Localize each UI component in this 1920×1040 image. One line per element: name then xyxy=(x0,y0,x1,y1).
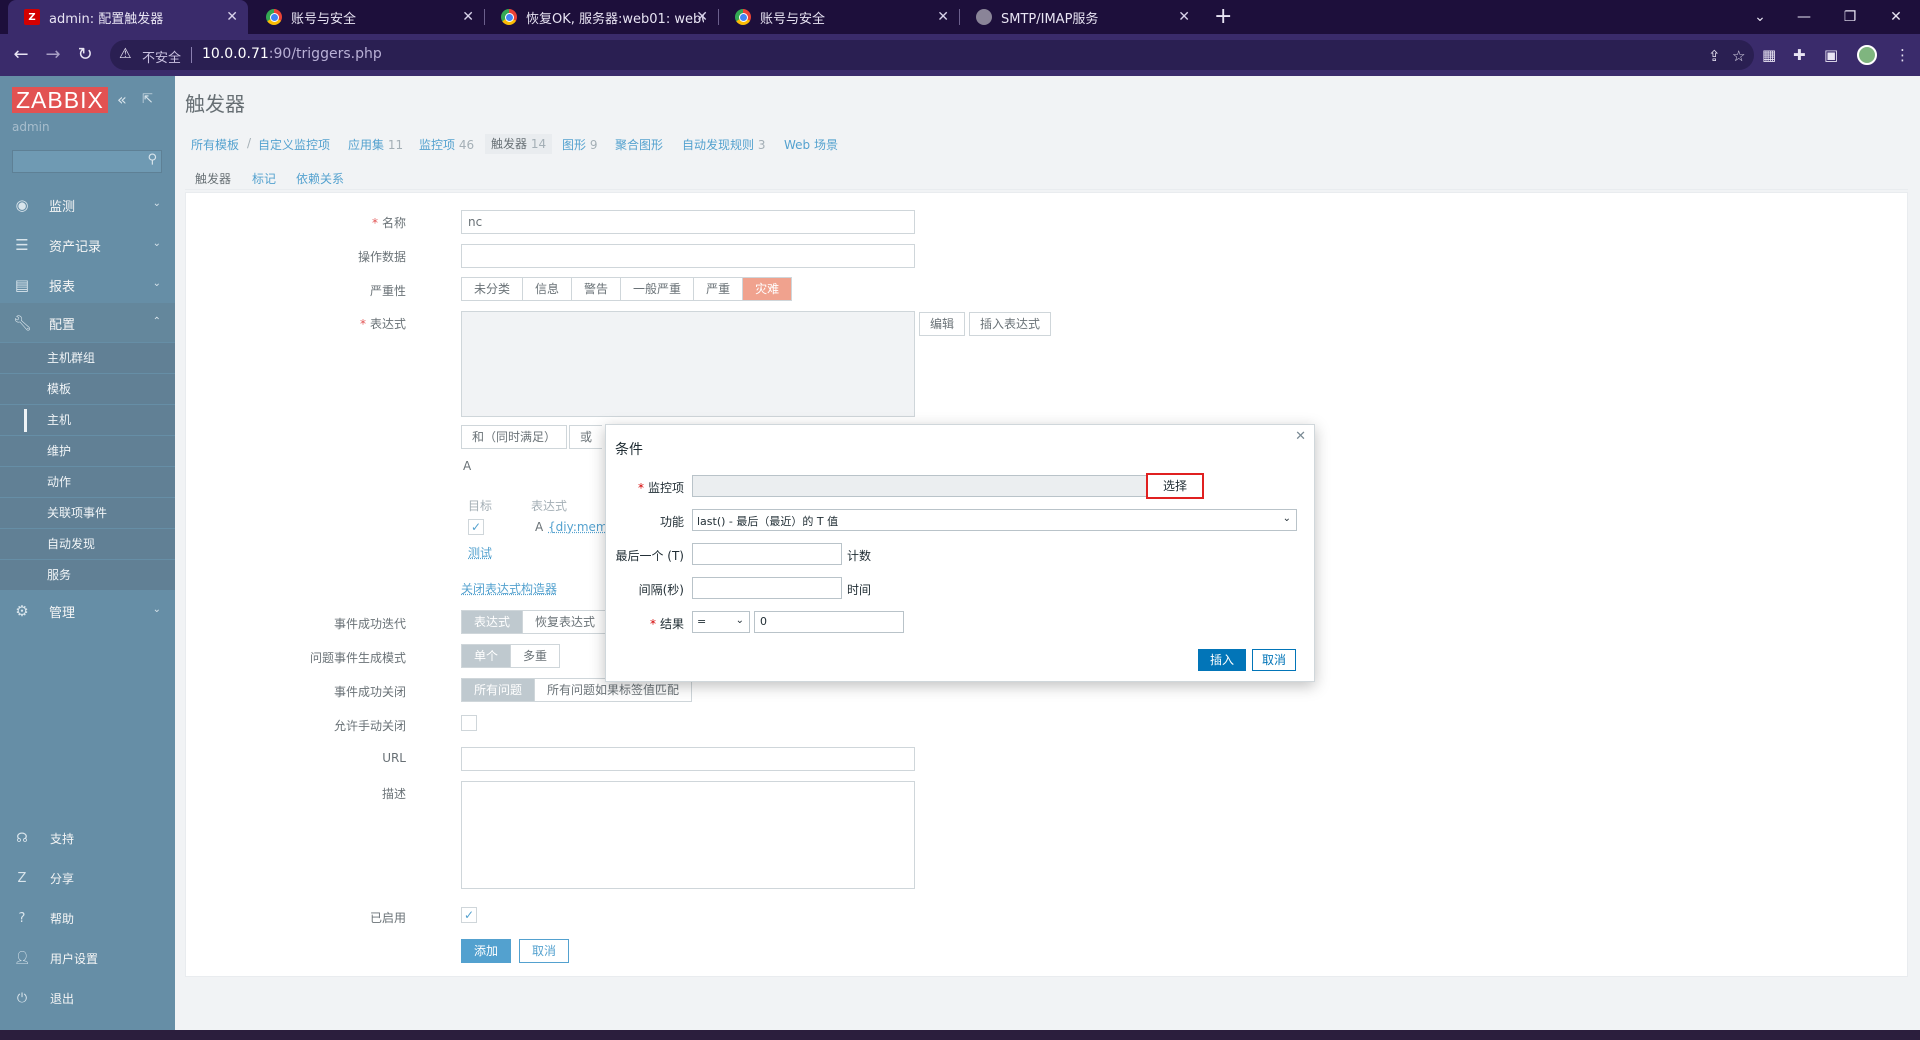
function-select[interactable]: last() - 最后（最近）的 T 值 ⌄ xyxy=(692,509,1297,531)
browser-tab[interactable]: 账号与安全 ✕ xyxy=(250,0,484,34)
close-icon[interactable]: ✕ xyxy=(226,9,238,25)
browser-tab[interactable]: 恢复OK, 服务器:web01: web01- ✕ xyxy=(485,0,718,34)
url-text: 10.0.0.71:90/triggers.php xyxy=(202,46,382,62)
interval-input[interactable] xyxy=(692,577,842,599)
back-icon[interactable]: ← xyxy=(10,44,32,65)
zabbix-icon: Z xyxy=(24,9,40,25)
puzzle-icon[interactable]: ✚ xyxy=(1793,46,1806,64)
last-count-label: 最后一个 (T) xyxy=(615,549,684,563)
sidepanel-icon[interactable]: ▣ xyxy=(1824,46,1838,64)
tab-title: admin: 配置触发器 xyxy=(49,11,164,27)
result-operator-select[interactable]: = ⌄ xyxy=(692,611,750,633)
browser-tab[interactable]: Z admin: 配置触发器 ✕ xyxy=(8,0,248,34)
chevron-down-icon: ⌄ xyxy=(1282,513,1291,524)
restore-icon[interactable]: ❐ xyxy=(1827,0,1873,34)
browser-tab[interactable]: SMTP/IMAP服务 ✕ xyxy=(960,0,1200,34)
minimize-icon[interactable]: — xyxy=(1781,0,1827,34)
tab-title: 账号与安全 xyxy=(760,11,826,27)
address-bar: ← → ↻ ⚠ 不安全 10.0.0.71:90/triggers.php ⇪ … xyxy=(0,34,1920,76)
function-label: 功能 xyxy=(659,515,684,529)
browser-tab-bar: Z admin: 配置触发器 ✕ 账号与安全 ✕ 恢复OK, 服务器:web01… xyxy=(0,0,1920,34)
tab-title: 恢复OK, 服务器:web01: web01- xyxy=(526,11,704,27)
select-item-button[interactable]: 选择 xyxy=(1146,473,1204,499)
close-icon[interactable]: ✕ xyxy=(1295,429,1306,444)
bookmark-star-icon[interactable]: ☆ xyxy=(1732,47,1745,65)
url-field[interactable]: ⚠ 不安全 10.0.0.71:90/triggers.php ⇪ ☆ xyxy=(110,40,1754,70)
menu-kebab-icon[interactable]: ⋮ xyxy=(1895,46,1910,64)
insert-button[interactable]: 插入 xyxy=(1198,649,1247,671)
tab-title: SMTP/IMAP服务 xyxy=(1001,11,1099,27)
chrome-icon xyxy=(735,9,751,25)
last-count-unit: 计数 xyxy=(847,549,872,563)
item-input[interactable] xyxy=(692,475,1150,497)
last-count-input[interactable] xyxy=(692,543,842,565)
forward-icon[interactable]: → xyxy=(42,44,64,65)
chrome-icon xyxy=(501,9,517,25)
window-close-icon[interactable]: ✕ xyxy=(1873,0,1919,34)
tab-title: 账号与安全 xyxy=(291,11,357,27)
dialog-title: 条件 xyxy=(615,442,643,458)
result-label: * 结果 xyxy=(649,617,684,631)
condition-dialog: 条件 ✕ * 监控项 选择 功能 last() - 最后（最近）的 T 值 ⌄ 最… xyxy=(605,424,1315,682)
profile-avatar[interactable] xyxy=(1857,45,1877,65)
interval-label: 间隔(秒) xyxy=(638,583,684,597)
close-icon[interactable]: ✕ xyxy=(937,9,949,25)
item-label: * 监控项 xyxy=(637,481,684,495)
extension-icon[interactable]: ▦ xyxy=(1762,46,1776,64)
close-icon[interactable]: ✕ xyxy=(462,9,474,25)
close-icon[interactable]: ✕ xyxy=(696,9,708,25)
interval-unit: 时间 xyxy=(847,583,872,597)
warning-icon: ⚠ xyxy=(119,46,132,62)
result-value-input[interactable]: 0 xyxy=(754,611,904,633)
browser-tab[interactable]: 账号与安全 ✕ xyxy=(719,0,959,34)
tab-search-icon[interactable]: ⌄ xyxy=(1737,0,1783,34)
dialog-cancel-button[interactable]: 取消 xyxy=(1252,649,1297,671)
new-tab-icon[interactable]: + xyxy=(1214,4,1232,29)
reload-icon[interactable]: ↻ xyxy=(74,44,96,65)
insecure-label: 不安全 xyxy=(142,51,182,66)
chevron-down-icon: ⌄ xyxy=(735,615,744,626)
globe-icon xyxy=(976,9,992,25)
close-icon[interactable]: ✕ xyxy=(1178,9,1190,25)
function-value: last() - 最后（最近）的 T 值 xyxy=(697,515,839,528)
result-operator-value: = xyxy=(697,615,707,628)
chrome-icon xyxy=(266,9,282,25)
os-taskbar xyxy=(0,1030,1920,1040)
share-page-icon[interactable]: ⇪ xyxy=(1708,47,1721,65)
